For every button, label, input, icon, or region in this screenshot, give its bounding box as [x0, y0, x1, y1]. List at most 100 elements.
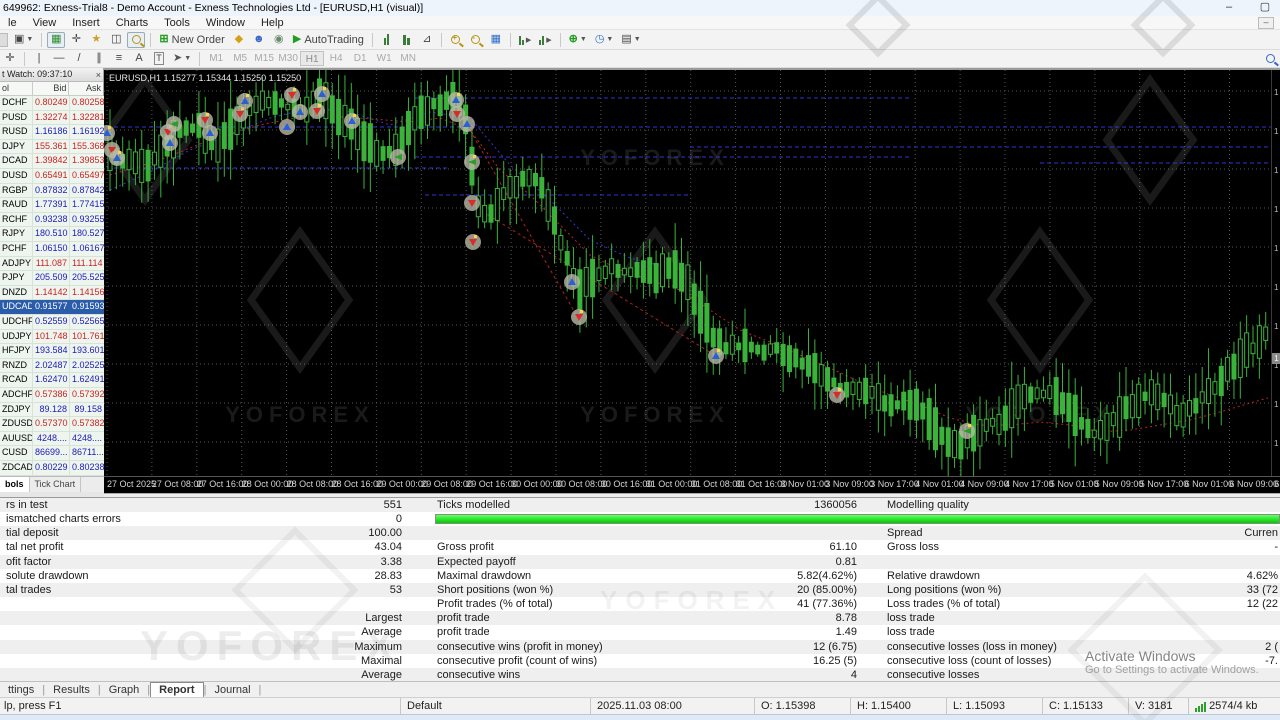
menu-item-help[interactable]: Help: [253, 16, 292, 30]
market-watch-row[interactable]: ZDUSD0.573700.57382: [0, 417, 104, 432]
market-watch-row[interactable]: RCAD1.624701.62491: [0, 373, 104, 388]
fibonacci-button[interactable]: ≡: [110, 51, 128, 67]
trendline-button[interactable]: /: [70, 51, 88, 67]
timeframe-m15-button[interactable]: M15: [252, 51, 276, 66]
script-button[interactable]: ◆: [230, 32, 248, 48]
line-chart-mode-button[interactable]: ⊿: [418, 32, 436, 48]
bid-cell: 0.80249: [33, 96, 70, 110]
timeframe-w1-button[interactable]: W1: [372, 51, 396, 66]
horizontal-line-button[interactable]: —: [50, 51, 68, 67]
candle-chart-mode-button[interactable]: [398, 32, 416, 48]
timeframe-h4-button[interactable]: H4: [324, 51, 348, 66]
tester-tab-report[interactable]: Report: [150, 682, 203, 698]
market-watch-tab-bols[interactable]: bols: [0, 477, 30, 492]
tester-tab-graph[interactable]: Graph: [101, 683, 148, 697]
menu-item-window[interactable]: Window: [198, 16, 253, 30]
market-watch-row[interactable]: ADJPY111.087111.114: [0, 257, 104, 272]
market-watch-row[interactable]: DJPY155.361155.368: [0, 140, 104, 155]
search-button[interactable]: [1261, 51, 1279, 67]
profiles-button[interactable]: ▣▼: [11, 32, 36, 48]
tile-windows-button[interactable]: ▦: [487, 32, 505, 48]
market-watch-row[interactable]: ZDCAD0.802290.80238: [0, 461, 104, 476]
terminal-button[interactable]: ◫: [107, 32, 125, 48]
market-watch-row[interactable]: RAUD1.773911.77415: [0, 198, 104, 213]
autotrading-button[interactable]: ▶ AutoTrading: [290, 32, 367, 48]
vertical-line-button[interactable]: |: [30, 51, 48, 67]
menu-item-view[interactable]: View: [25, 16, 65, 30]
symbol-cell: RCAD: [0, 373, 33, 387]
candle-body: [489, 205, 493, 222]
candle-body: [1111, 413, 1115, 426]
market-watch-row[interactable]: PUSD1.322741.32281: [0, 111, 104, 126]
market-watch-row[interactable]: PJPY205.509205.525: [0, 271, 104, 286]
market-watch-row[interactable]: DCAD1.398421.39853: [0, 154, 104, 169]
market-watch-row[interactable]: AUUSD4248....4248....: [0, 432, 104, 447]
market-watch-row[interactable]: UDCAD0.915770.91593: [0, 300, 104, 315]
flag-icon: [580, 310, 583, 313]
candle-body: [635, 262, 639, 277]
market-watch-row[interactable]: UDCHF0.525590.52565: [0, 315, 104, 330]
status-profile[interactable]: Default: [400, 698, 590, 714]
zoom-out-button[interactable]: -: [467, 32, 485, 48]
market-watch-row[interactable]: DUSD0.654910.65497: [0, 169, 104, 184]
current-price-marker: 1: [1272, 353, 1280, 364]
timeframe-m5-button[interactable]: M5: [228, 51, 252, 66]
templates-button[interactable]: ▤▼: [618, 32, 643, 48]
timeframe-m1-button[interactable]: M1: [204, 51, 228, 66]
market-watch-toggle-button[interactable]: ▦: [47, 32, 65, 48]
price-chart[interactable]: YOFOREXYOFOREXYOFOREXYOFOREX: [104, 70, 1280, 476]
timeframe-d1-button[interactable]: D1: [348, 51, 372, 66]
strategy-tester-button[interactable]: [127, 32, 145, 48]
report-label: Spread: [887, 526, 922, 540]
new-order-button[interactable]: ⊞ New Order: [156, 32, 227, 48]
arrows-tool-button[interactable]: ➤▼: [170, 51, 194, 67]
chart-shift-button[interactable]: ▶: [516, 32, 534, 48]
bar-chart-mode-button[interactable]: [378, 32, 396, 48]
market-watch-row[interactable]: CUSD86699...86711...: [0, 446, 104, 461]
minimize-button[interactable]: –: [1218, 0, 1240, 16]
data-window-button[interactable]: ✛: [67, 32, 85, 48]
market-watch-row[interactable]: RUSD1.161861.16192: [0, 125, 104, 140]
zoom-in-button[interactable]: +: [447, 32, 465, 48]
chart-window[interactable]: EURUSD,H1 1.15277 1.15344 1.15250 1.1525…: [104, 68, 1280, 497]
candle-body: [191, 124, 195, 132]
periods-button[interactable]: ◷▼: [592, 32, 617, 48]
market-watch-row[interactable]: PCHF1.061501.06167: [0, 242, 104, 257]
text-tool-button[interactable]: A: [130, 51, 148, 67]
navigator-button[interactable]: ★: [87, 32, 105, 48]
menu-item-tools[interactable]: Tools: [156, 16, 198, 30]
expert-advisor-button[interactable]: ☻: [250, 32, 268, 48]
market-watch-tab-tick-chart[interactable]: Tick Chart: [30, 477, 82, 492]
market-watch-row[interactable]: RGBP0.878320.87842: [0, 184, 104, 199]
market-watch-row[interactable]: RCHF0.932380.93255: [0, 213, 104, 228]
timeframe-m30-button[interactable]: M30: [276, 51, 300, 66]
market-watch-row[interactable]: ADCHF0.573860.57392: [0, 388, 104, 403]
tester-tab-results[interactable]: Results: [45, 683, 98, 697]
text-label-button[interactable]: T: [150, 51, 168, 67]
timeframe-mn-button[interactable]: MN: [396, 51, 420, 66]
market-watch-row[interactable]: DCHF0.802490.80258: [0, 96, 104, 111]
candle-body: [737, 343, 741, 350]
crosshair-tool-button[interactable]: ✛: [1, 51, 19, 67]
timeframe-h1-button[interactable]: H1: [300, 51, 324, 66]
symbol-cell: UDCAD: [0, 300, 33, 314]
maximize-button[interactable]: ▢: [1254, 0, 1276, 16]
indicators-button[interactable]: ⊕▼: [566, 32, 590, 48]
menu-item-insert[interactable]: Insert: [64, 16, 108, 30]
market-watch-row[interactable]: DNZD1.141421.14156: [0, 286, 104, 301]
market-watch-row[interactable]: RJPY180.510180.527: [0, 227, 104, 242]
market-watch-row[interactable]: ZDJPY89.12889.158: [0, 403, 104, 418]
menu-item-le[interactable]: le: [0, 16, 25, 30]
channel-button[interactable]: ∥: [90, 51, 108, 67]
market-watch-row[interactable]: HFJPY193.584193.601: [0, 344, 104, 359]
menu-item-charts[interactable]: Charts: [108, 16, 156, 30]
child-minimize-button[interactable]: –: [1258, 17, 1274, 29]
tester-tab-journal[interactable]: Journal: [206, 683, 258, 697]
market-watch-row[interactable]: RNZD2.024872.02525: [0, 359, 104, 374]
tester-tab-ttings[interactable]: ttings: [0, 683, 42, 697]
auto-scroll-button[interactable]: ▶: [536, 32, 554, 48]
sound-button[interactable]: ◉: [270, 32, 288, 48]
time-axis-label: 5 Nov 09:00: [1095, 479, 1144, 489]
close-icon[interactable]: ×: [96, 69, 101, 82]
market-watch-row[interactable]: UDJPY101.748101.761: [0, 330, 104, 345]
